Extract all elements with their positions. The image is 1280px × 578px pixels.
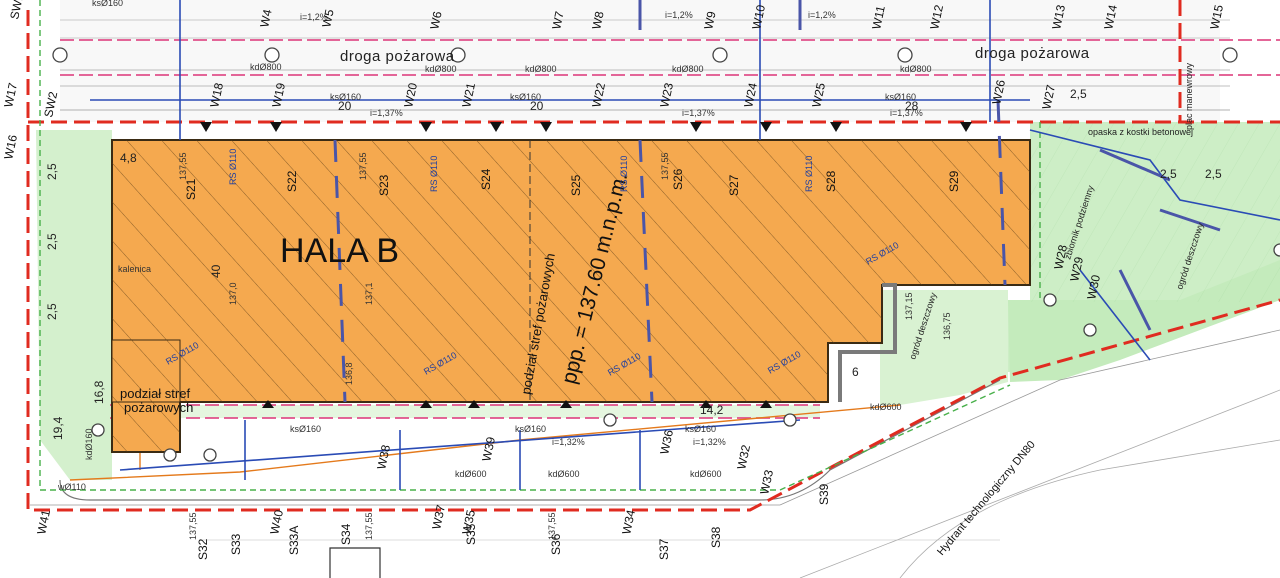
fire-zone-label-small-1: podział stref: [120, 386, 190, 401]
pipe-label-ks160-6: ksØ160: [685, 424, 716, 434]
s-label-s24: S24: [479, 168, 493, 190]
green-area-southstrip: [180, 405, 820, 418]
pipe-label-slope-2: i=1,2%: [665, 10, 693, 20]
pipe-label-kd600-3: kdØ600: [690, 469, 722, 479]
elev-8: 137,1: [364, 282, 374, 305]
pipe-label-kd800-3: kdØ800: [525, 64, 557, 74]
elev-2: 137,55: [358, 152, 368, 180]
dim-25-4: 2,5: [1160, 167, 1177, 181]
dim-6: 6: [852, 365, 859, 379]
dim-40: 40: [209, 264, 223, 278]
dim-20-2: 20: [530, 99, 544, 113]
ridge-label: kalenica: [118, 264, 151, 274]
pipe-label-ks160-1: ksØ160: [92, 0, 123, 8]
elev-5: 136,75: [942, 312, 952, 340]
pipe-label-w110: wØ110: [57, 482, 86, 492]
s-label-s28: S28: [824, 170, 838, 192]
elev-6: 137,0: [228, 282, 238, 305]
dim-14: 14,2: [700, 403, 724, 417]
fire-zone-label-small-2: pożarowych: [124, 400, 193, 415]
pipe-label-slope-137-1: i=1,37%: [370, 108, 403, 118]
pipe-label-slope-132-1: i=1,32%: [552, 437, 585, 447]
dim-28: 28: [905, 99, 919, 113]
dim-25-5: 2,5: [1205, 167, 1222, 181]
s-label-s22: S22: [285, 170, 299, 192]
dim-25-2: 2,5: [45, 233, 59, 250]
rs-label-4: RS Ø110: [804, 156, 814, 192]
road-label-right: droga pożarowa: [975, 45, 1090, 62]
s-label-s33a: S33A: [287, 526, 301, 555]
s-label-s27: S27: [727, 174, 741, 196]
s-label-s36: S36: [549, 533, 563, 555]
pipe-label-kd800-4: kdØ800: [672, 64, 704, 74]
pipe-label-kd160: kdØ160: [84, 428, 94, 460]
rs-label-1: RS Ø110: [228, 149, 238, 185]
elev-4: 137,15: [904, 292, 914, 320]
s-label-s37: S37: [657, 538, 671, 560]
pipe-label-ks160-7: ksØ160: [290, 424, 321, 434]
pipe-label-kd800-2: kdØ800: [425, 64, 457, 74]
elev-7: 136,8: [344, 362, 354, 385]
rs-label-3: RS Ø110: [619, 156, 629, 192]
pipe-label-kd600-4: kdØ600: [870, 402, 902, 412]
road-label-left: droga pożarowa: [340, 48, 455, 65]
site-plan-drawing: droga pożarowa droga pożarowa HALA B ppp…: [0, 0, 1280, 578]
pipe-label-kd600-1: kdØ600: [455, 469, 487, 479]
s-label-s25: S25: [569, 174, 583, 196]
elev-10: 137,55: [364, 512, 374, 540]
hall-name: HALA B: [280, 232, 399, 270]
s-label-s23: S23: [377, 174, 391, 196]
elev-3: 137,55: [660, 152, 670, 180]
pipe-label-kd800-1: kdØ800: [250, 62, 282, 72]
dim-168: 16,8: [92, 380, 106, 404]
s-label-s34: S34: [339, 523, 353, 545]
elev-9: 137,55: [188, 512, 198, 540]
s-label-s29: S29: [947, 170, 961, 192]
opaska-label: opaska z kostki betonowej: [1088, 127, 1193, 137]
s-label-s32: S32: [196, 538, 210, 560]
elev-1: 137,55: [178, 152, 188, 180]
dim-25-6: 2,5: [1070, 87, 1087, 101]
s-label-s26: S26: [671, 168, 685, 190]
dim-194: 19,4: [51, 416, 65, 440]
s-label-s38: S38: [709, 526, 723, 548]
pipe-label-slope-3: i=1,2%: [808, 10, 836, 20]
dim-25-3: 2,5: [45, 303, 59, 320]
s-label-s39: S39: [817, 483, 831, 505]
pipe-label-slope-137-2: i=1,37%: [682, 108, 715, 118]
rs-label-2: RS Ø110: [429, 156, 439, 192]
s-label-s21: S21: [184, 178, 198, 200]
dim-20-1: 20: [338, 99, 352, 113]
s-label-s35: S35: [464, 523, 478, 545]
dim-48: 4,8: [120, 151, 137, 165]
pipe-label-ks160-5: ksØ160: [515, 424, 546, 434]
pipe-label-kd800-5: kdØ800: [900, 64, 932, 74]
dim-25-1: 2,5: [45, 163, 59, 180]
pipe-label-slope-132-2: i=1,32%: [693, 437, 726, 447]
s-label-s33: S33: [229, 533, 243, 555]
pipe-label-kd600-2: kdØ600: [548, 469, 580, 479]
plac-label: plac manewrowy: [1184, 62, 1194, 130]
